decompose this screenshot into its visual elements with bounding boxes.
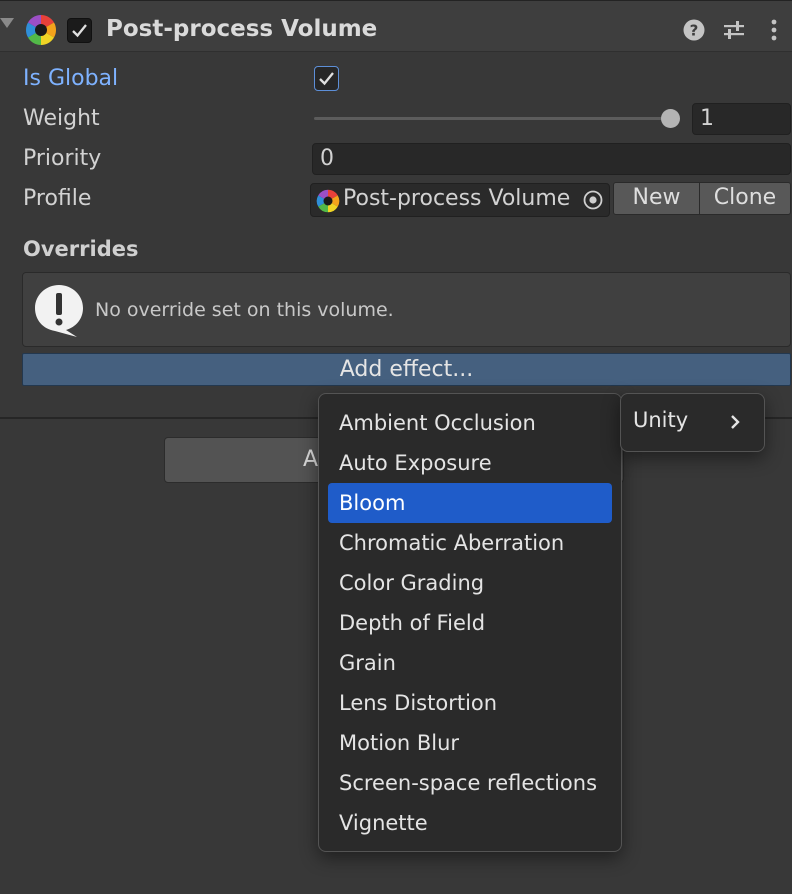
profile-label: Profile bbox=[23, 186, 92, 211]
post-process-icon bbox=[25, 14, 57, 46]
add-effect-button[interactable]: Add effect... bbox=[22, 353, 791, 386]
help-box: No override set on this volume. bbox=[22, 272, 791, 347]
menu-item-lens-distortion[interactable]: Lens Distortion bbox=[328, 683, 612, 723]
component-enabled-checkbox[interactable] bbox=[67, 18, 92, 43]
add-effect-menu: Ambient Occlusion Auto Exposure Bloom Chrom… bbox=[318, 393, 622, 852]
menu-item-bloom[interactable]: Bloom bbox=[328, 483, 612, 523]
menu-item-motion-blur[interactable]: Motion Blur bbox=[328, 723, 612, 763]
priority-label: Priority bbox=[23, 146, 102, 171]
is-global-checkbox[interactable] bbox=[314, 66, 339, 91]
menu-item-ambient-occlusion[interactable]: Ambient Occlusion bbox=[328, 403, 612, 443]
menu-item-vignette[interactable]: Vignette bbox=[328, 803, 612, 843]
presets-icon[interactable] bbox=[722, 18, 746, 42]
help-icon[interactable]: ? bbox=[682, 18, 706, 42]
foldout-arrow-icon[interactable] bbox=[0, 18, 14, 28]
menu-item-auto-exposure[interactable]: Auto Exposure bbox=[328, 443, 612, 483]
object-picker-icon[interactable] bbox=[582, 189, 604, 215]
profile-asset-icon bbox=[316, 189, 340, 217]
menu-item-grain[interactable]: Grain bbox=[328, 643, 612, 683]
new-profile-button[interactable]: New bbox=[613, 182, 700, 215]
weight-value-field[interactable]: 1 bbox=[692, 103, 791, 135]
more-icon[interactable] bbox=[762, 18, 786, 42]
chevron-right-icon bbox=[728, 413, 742, 435]
weight-slider-track[interactable] bbox=[314, 117, 671, 120]
menu-item-screen-space-reflections[interactable]: Screen-space reflections bbox=[328, 763, 612, 803]
info-speech-icon bbox=[33, 283, 87, 343]
is-global-label: Is Global bbox=[23, 66, 119, 91]
menu-item-depth-of-field[interactable]: Depth of Field bbox=[328, 603, 612, 643]
overrides-heading: Overrides bbox=[23, 237, 139, 261]
profile-field-value: Post-process Volume bbox=[343, 186, 571, 211]
profile-object-field[interactable]: Post-process Volume bbox=[310, 183, 610, 217]
menu-item-color-grading[interactable]: Color Grading bbox=[328, 563, 612, 603]
menu-item-chromatic-aberration[interactable]: Chromatic Aberration bbox=[328, 523, 612, 563]
svg-text:?: ? bbox=[690, 22, 699, 40]
unity-submenu-item[interactable]: Unity bbox=[620, 393, 765, 452]
no-override-message: No override set on this volume. bbox=[95, 299, 394, 321]
unity-submenu-label: Unity bbox=[633, 408, 689, 432]
component-title: Post-process Volume bbox=[106, 16, 378, 42]
priority-field[interactable]: 0 bbox=[312, 143, 791, 175]
clone-profile-button[interactable]: Clone bbox=[699, 182, 791, 215]
weight-label: Weight bbox=[23, 106, 100, 131]
weight-slider-handle[interactable] bbox=[660, 109, 680, 128]
